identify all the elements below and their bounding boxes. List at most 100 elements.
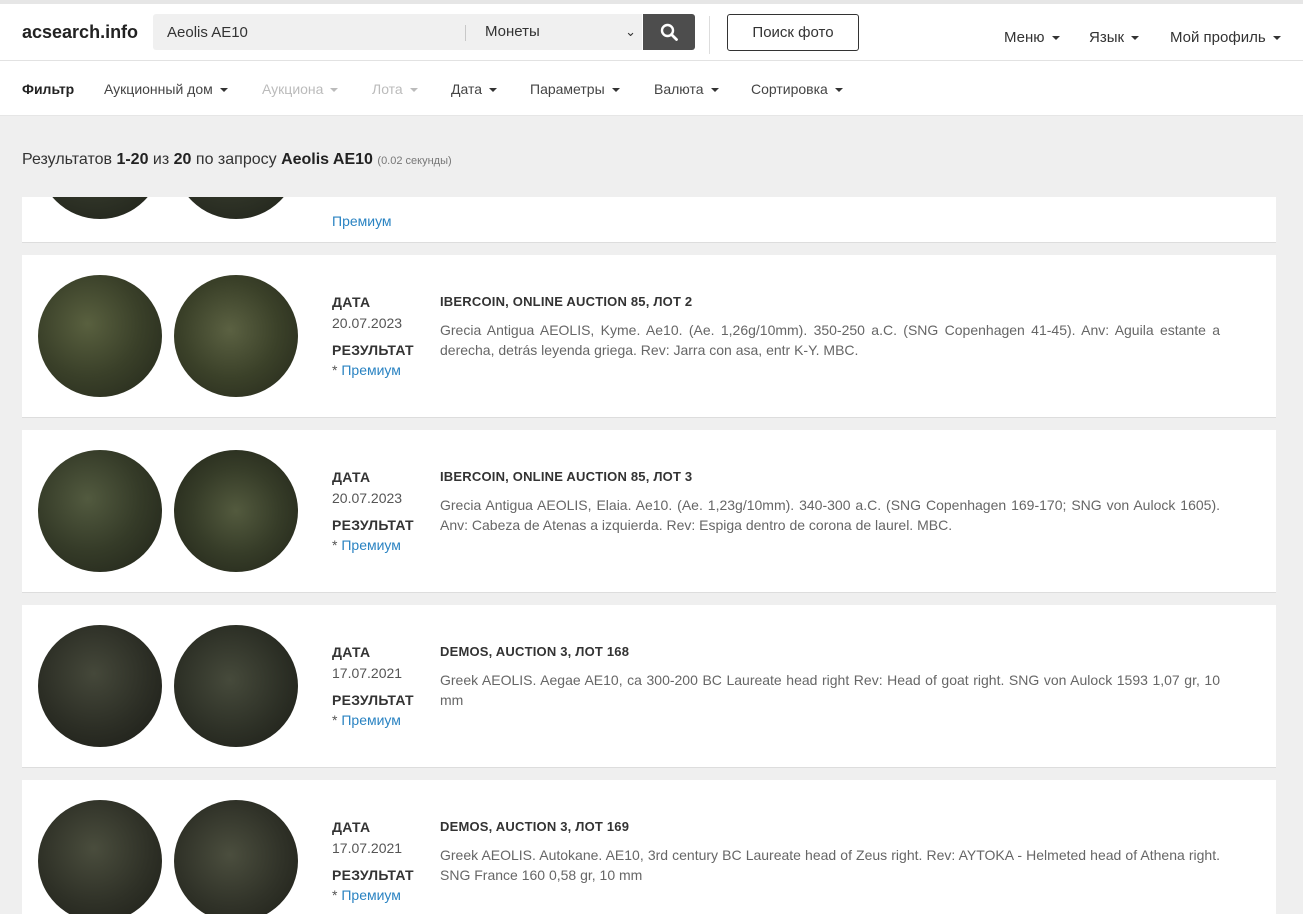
summary-query: Aeolis AE10 xyxy=(281,151,373,168)
lot-meta: ДАТА 20.07.2023 РЕЗУЛЬТАТ * Премиум xyxy=(332,469,432,553)
filter-sort-label: Сортировка xyxy=(751,81,828,97)
coin-images[interactable] xyxy=(38,197,302,221)
caret-down-icon xyxy=(1131,36,1140,41)
lot-description: Grecia Antigua AEOLIS, Elaia. Ae10. (Ae.… xyxy=(440,497,1220,533)
coin-reverse-image[interactable] xyxy=(174,450,298,572)
lot-title[interactable]: DEMOS, AUCTION 3, ЛОТ 168 xyxy=(440,644,629,659)
coin-obverse-image[interactable] xyxy=(38,450,162,572)
caret-down-icon xyxy=(1272,36,1281,41)
coin-obverse-image[interactable] xyxy=(38,197,162,219)
date-label: ДАТА xyxy=(332,294,371,310)
results-summary: Результатов 1-20 из 20 по запросу Aeolis… xyxy=(22,151,452,169)
result-label: РЕЗУЛЬТАТ xyxy=(332,692,414,708)
lot-meta: ДАТА 20.07.2023 РЕЗУЛЬТАТ * Премиум xyxy=(332,294,432,378)
coin-obverse-image[interactable] xyxy=(38,625,162,747)
top-header: acsearch.info Монеты ⌄ Поиск фото Меню Я… xyxy=(0,0,1303,61)
filter-currency[interactable]: Валюта xyxy=(654,81,719,97)
coin-reverse-image[interactable] xyxy=(174,800,298,914)
summary-time: (0.02 секунды) xyxy=(377,155,452,167)
premium-link[interactable]: Премиум xyxy=(332,213,392,229)
premium-link[interactable]: Премиум xyxy=(341,537,401,553)
lot-title[interactable]: IBERCOIN, ONLINE AUCTION 85, ЛОТ 2 xyxy=(440,294,692,309)
date-label: ДАТА xyxy=(332,469,371,485)
search-input[interactable] xyxy=(153,14,465,50)
caret-down-icon xyxy=(710,88,719,93)
coin-reverse-image[interactable] xyxy=(174,625,298,747)
filter-auction-house[interactable]: Аукционный дом xyxy=(104,81,228,97)
language-label: Язык xyxy=(1089,29,1125,46)
lot-meta: ДАТА 17.07.2021 РЕЗУЛЬТАТ * Премиум xyxy=(332,644,432,728)
results-list: Премиум ДАТА 20.07.2023 РЕЗУЛЬТАТ * Прем… xyxy=(22,197,1276,914)
coin-images[interactable] xyxy=(38,625,302,749)
filter-sort[interactable]: Сортировка xyxy=(751,81,843,97)
date-value: 17.07.2021 xyxy=(332,840,403,856)
summary-prefix: Результатов xyxy=(22,151,112,168)
caret-down-icon xyxy=(611,88,620,93)
result-card: ДАТА 17.07.2021 РЕЗУЛЬТАТ * Премиум DEMO… xyxy=(22,780,1276,914)
caret-down-icon xyxy=(409,88,418,93)
premium-line: * Премиум xyxy=(332,537,432,553)
photo-search-button[interactable]: Поиск фото xyxy=(727,14,859,51)
premium-link[interactable]: Премиум xyxy=(341,887,401,903)
date-value: 20.07.2023 xyxy=(332,315,403,331)
chevron-down-icon: ⌄ xyxy=(625,24,636,39)
search-box: Монеты ⌄ xyxy=(153,14,642,50)
coin-images[interactable] xyxy=(38,800,302,914)
coin-obverse-image[interactable] xyxy=(38,275,162,397)
lot-description: Greek AEOLIS. Autokane. AE10, 3rd centur… xyxy=(440,847,1220,883)
menu-dropdown[interactable]: Меню xyxy=(1004,29,1060,46)
search-icon xyxy=(660,23,678,41)
header-divider xyxy=(709,16,710,54)
caret-down-icon xyxy=(1051,36,1060,41)
premium-star: * xyxy=(332,537,338,553)
filter-date[interactable]: Дата xyxy=(451,81,498,97)
filter-currency-label: Валюта xyxy=(654,81,704,97)
result-label: РЕЗУЛЬТАТ xyxy=(332,342,414,358)
category-select[interactable]: Монеты ⌄ xyxy=(466,14,642,50)
premium-line: * Премиум xyxy=(332,887,432,903)
coin-images[interactable] xyxy=(38,275,302,399)
filter-auctions-label: Аукциона xyxy=(262,81,324,97)
premium-line: * Премиум xyxy=(332,712,432,728)
summary-of: из xyxy=(152,151,170,168)
date-value: 20.07.2023 xyxy=(332,490,403,506)
lot-title[interactable]: DEMOS, AUCTION 3, ЛОТ 169 xyxy=(440,819,629,834)
date-label: ДАТА xyxy=(332,644,371,660)
caret-down-icon xyxy=(834,88,843,93)
result-label: РЕЗУЛЬТАТ xyxy=(332,517,414,533)
premium-star: * xyxy=(332,712,338,728)
filter-title: Фильтр xyxy=(22,81,75,97)
summary-total: 20 xyxy=(173,151,192,168)
lot-description: Greek AEOLIS. Aegae AE10, ca 300-200 BC … xyxy=(440,672,1220,708)
date-label: ДАТА xyxy=(332,819,371,835)
profile-label: Мой профиль xyxy=(1170,29,1266,46)
filter-params[interactable]: Параметры xyxy=(530,81,620,97)
premium-link[interactable]: Премиум xyxy=(341,362,401,378)
premium-star: * xyxy=(332,362,338,378)
filter-lots-label: Лота xyxy=(372,81,403,97)
caret-down-icon xyxy=(219,88,228,93)
caret-down-icon xyxy=(489,88,498,93)
lot-description: Grecia Antigua AEOLIS, Kyme. Ae10. (Ae. … xyxy=(440,322,1220,358)
coin-images[interactable] xyxy=(38,450,302,574)
premium-link[interactable]: Премиум xyxy=(341,712,401,728)
premium-line: * Премиум xyxy=(332,362,432,378)
language-dropdown[interactable]: Язык xyxy=(1089,29,1140,46)
search-button[interactable] xyxy=(643,14,695,50)
filter-auctions: Аукциона xyxy=(262,81,339,97)
result-card: ДАТА 20.07.2023 РЕЗУЛЬТАТ * Премиум IBER… xyxy=(22,255,1276,418)
coin-reverse-image[interactable] xyxy=(174,275,298,397)
premium-line: Премиум xyxy=(332,213,392,229)
coin-reverse-image[interactable] xyxy=(174,197,298,219)
filter-auction-house-label: Аукционный дом xyxy=(104,81,213,97)
coin-obverse-image[interactable] xyxy=(38,800,162,914)
site-logo[interactable]: acsearch.info xyxy=(22,22,138,43)
filter-date-label: Дата xyxy=(451,81,483,97)
profile-dropdown[interactable]: Мой профиль xyxy=(1170,29,1281,46)
filter-lots: Лота xyxy=(372,81,418,97)
result-card: ДАТА 17.07.2021 РЕЗУЛЬТАТ * Премиум DEMO… xyxy=(22,605,1276,768)
premium-star: * xyxy=(332,887,338,903)
lot-title[interactable]: IBERCOIN, ONLINE AUCTION 85, ЛОТ 3 xyxy=(440,469,692,484)
result-card-partial: Премиум xyxy=(22,197,1276,243)
result-card: ДАТА 20.07.2023 РЕЗУЛЬТАТ * Премиум IBER… xyxy=(22,430,1276,593)
